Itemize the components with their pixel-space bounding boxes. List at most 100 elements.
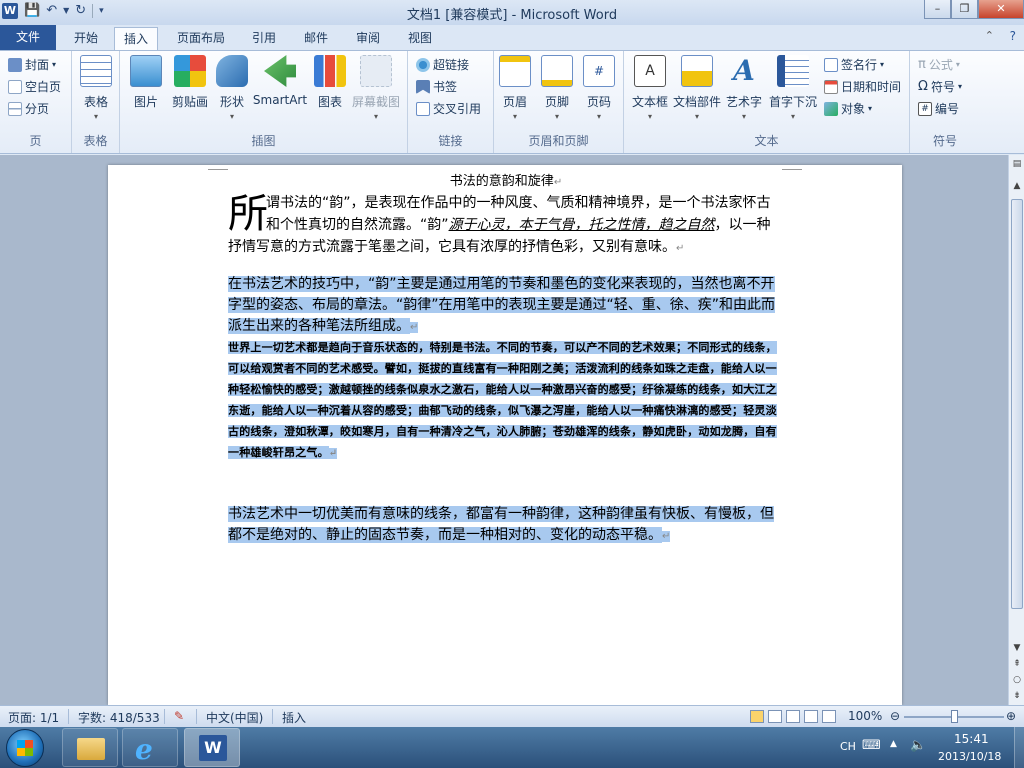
language-indicator[interactable]: 中文(中国) xyxy=(206,709,263,726)
insert-mode[interactable]: 插入 xyxy=(282,709,306,726)
tab-insert[interactable]: 插入 xyxy=(114,27,158,50)
start-button[interactable] xyxy=(6,729,44,767)
tab-view[interactable]: 视图 xyxy=(400,27,440,50)
textbox-button[interactable]: A 文本框 ▾ xyxy=(626,55,674,121)
numbering-icon: # xyxy=(918,102,932,116)
quick-parts-button[interactable]: 文档部件 ▾ xyxy=(672,55,722,121)
group-tables: 表格 ▾ 表格 xyxy=(72,51,120,153)
minimize-ribbon-icon[interactable]: ⌃ xyxy=(985,29,994,42)
paragraph-4[interactable]: 书法艺术中一切优美而有意味的线条，都富有一种韵律，这种韵律虽有快板、有慢板，但都… xyxy=(228,504,784,547)
bookmark-button[interactable]: 书签 xyxy=(416,77,457,97)
cover-page-icon xyxy=(8,58,22,72)
symbol-button[interactable]: Ω 符号 ▾ xyxy=(918,77,962,97)
zoom-in-icon[interactable]: ⊕ xyxy=(1006,709,1016,723)
smartart-button[interactable]: SmartArt xyxy=(252,55,308,107)
minimize-button[interactable]: – xyxy=(924,0,951,19)
proofing-icon[interactable]: ✎ xyxy=(174,709,184,723)
table-icon xyxy=(80,55,112,87)
smartart-icon xyxy=(264,55,296,87)
group-label-pages: 页 xyxy=(29,134,42,148)
volume-icon[interactable]: 🔈 xyxy=(910,738,926,753)
ribbon-tabs: 文件 开始 插入 页面布局 引用 邮件 审阅 视图 ⌃ ? xyxy=(0,25,1024,50)
word-count[interactable]: 字数: 418/533 xyxy=(78,709,160,726)
vertical-scrollbar[interactable]: ▤ ▲ ▼ ⇞ ○ ⇟ xyxy=(1008,155,1024,705)
print-layout-view-icon[interactable] xyxy=(750,710,764,723)
footer-button[interactable]: 页脚 ▾ xyxy=(536,55,578,121)
tab-references[interactable]: 引用 xyxy=(244,27,284,50)
clock-time[interactable]: 15:41 xyxy=(954,732,989,746)
draft-view-icon[interactable] xyxy=(822,710,836,723)
cross-reference-icon xyxy=(416,102,430,116)
hyperlink-button[interactable]: 超链接 xyxy=(416,55,469,75)
group-header-footer: 页眉 ▾ 页脚 ▾ # 页码 ▾ 页眉和页脚 xyxy=(494,51,624,153)
object-button[interactable]: 对象 ▾ xyxy=(824,99,872,119)
screenshot-button[interactable]: 屏幕截图 ▾ xyxy=(348,55,404,121)
next-page-icon[interactable]: ⇟ xyxy=(1011,691,1023,701)
scroll-up-icon[interactable]: ▲ xyxy=(1011,181,1023,191)
ruler-toggle-icon[interactable]: ▤ xyxy=(1011,159,1023,169)
outline-view-icon[interactable] xyxy=(804,710,818,723)
paragraph-2[interactable]: 在书法艺术的技巧中，“韵”主要是通过用笔的节奏和墨色的变化来表现的，当然也离不开… xyxy=(228,274,784,338)
cover-page-button[interactable]: 封面 ▾ xyxy=(8,55,56,75)
blank-page-button[interactable]: 空白页 xyxy=(8,77,61,97)
tab-file[interactable]: 文件 xyxy=(0,25,56,50)
ime-indicator[interactable]: CH xyxy=(840,740,856,753)
zoom-slider-handle[interactable] xyxy=(951,710,958,723)
table-button[interactable]: 表格 ▾ xyxy=(72,55,120,121)
group-label-illustrations: 插图 xyxy=(251,134,276,148)
group-label-symbols: 符号 xyxy=(932,134,957,148)
tab-review[interactable]: 审阅 xyxy=(348,27,388,50)
paragraph-1[interactable]: 所谓书法的“韵”，是表现在作品中的一种风度、气质和精神境界，是一个书法家怀古和个… xyxy=(228,192,784,260)
clock-date[interactable]: 2013/10/18 xyxy=(938,750,1001,763)
web-layout-view-icon[interactable] xyxy=(786,710,800,723)
paragraph-3[interactable]: 世界上一切艺术都是趋向于音乐状态的，特别是书法。不同的节奏，可以产不同的艺术效果… xyxy=(228,338,784,464)
help-icon[interactable]: ? xyxy=(1010,29,1016,43)
tab-mailings[interactable]: 邮件 xyxy=(296,27,336,50)
previous-page-icon[interactable]: ⇞ xyxy=(1011,659,1023,669)
dropcap-button[interactable]: 首字下沉 ▾ xyxy=(766,55,820,121)
calendar-icon xyxy=(824,80,838,94)
signature-line-button[interactable]: 签名行 ▾ xyxy=(824,55,884,75)
show-desktop-button[interactable] xyxy=(1014,727,1024,768)
scroll-thumb[interactable] xyxy=(1011,199,1023,609)
browse-object-icon[interactable]: ○ xyxy=(1011,675,1023,685)
show-hidden-icons-icon[interactable]: ▲ xyxy=(890,739,897,749)
word-taskbar-button[interactable]: W xyxy=(184,728,240,767)
page-number-button[interactable]: # 页码 ▾ xyxy=(578,55,620,121)
numbering-button[interactable]: # 编号 xyxy=(918,99,959,119)
header-button[interactable]: 页眉 ▾ xyxy=(494,55,536,121)
page-count[interactable]: 页面: 1/1 xyxy=(8,709,59,726)
zoom-out-icon[interactable]: ⊖ xyxy=(890,709,900,723)
scroll-down-icon[interactable]: ▼ xyxy=(1011,643,1023,653)
page-break-button[interactable]: 分页 xyxy=(8,99,49,119)
window-title: 文档1 [兼容模式] - Microsoft Word xyxy=(406,8,618,23)
ie-taskbar-button[interactable]: e xyxy=(122,728,178,767)
shapes-button[interactable]: 形状 ▾ xyxy=(208,55,256,121)
date-time-button[interactable]: 日期和时间 xyxy=(824,77,901,97)
tab-home[interactable]: 开始 xyxy=(66,27,106,50)
keyboard-icon[interactable]: ⌨ xyxy=(862,738,881,753)
tab-page-layout[interactable]: 页面布局 xyxy=(170,27,232,50)
full-screen-reading-view-icon[interactable] xyxy=(768,710,782,723)
status-bar: 页面: 1/1 字数: 418/533 ✎ 中文(中国) 插入 100% ⊖ ⊕ xyxy=(0,705,1024,727)
cross-reference-button[interactable]: 交叉引用 xyxy=(416,99,481,119)
restore-button[interactable]: ❐ xyxy=(951,0,978,19)
clipart-icon xyxy=(174,55,206,87)
zoom-level[interactable]: 100% xyxy=(848,709,882,723)
equation-button[interactable]: π 公式 ▾ xyxy=(918,55,960,75)
picture-icon xyxy=(130,55,162,87)
group-pages: 封面 ▾ 空白页 分页 页 xyxy=(0,51,72,153)
chart-button[interactable]: 图表 xyxy=(306,55,354,110)
page-number-icon: # xyxy=(583,55,615,87)
close-button[interactable]: ✕ xyxy=(978,0,1024,19)
wordart-button[interactable]: A 艺术字 ▾ xyxy=(722,55,766,122)
bookmark-icon xyxy=(416,80,430,94)
group-label-header-footer: 页眉和页脚 xyxy=(528,134,589,148)
group-label-tables: 表格 xyxy=(83,134,108,148)
clipart-button[interactable]: 剪贴画 xyxy=(166,55,214,110)
explorer-taskbar-button[interactable] xyxy=(62,728,118,767)
picture-button[interactable]: 图片 xyxy=(122,55,170,110)
document-title[interactable]: 书法的意韵和旋律↵ xyxy=(228,172,784,192)
window-controls: – ❐ ✕ xyxy=(924,0,1024,19)
signature-icon xyxy=(824,58,838,72)
